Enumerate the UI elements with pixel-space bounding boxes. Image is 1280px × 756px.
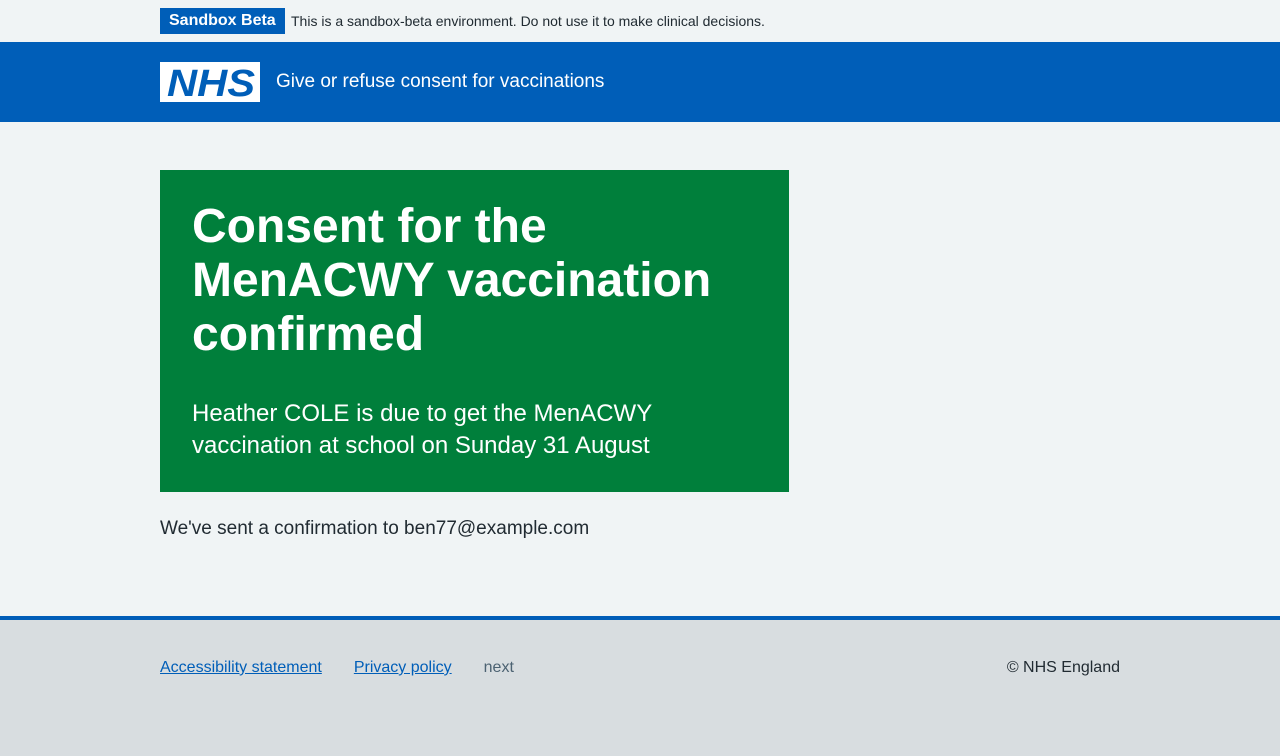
environment-banner: Sandbox Beta This is a sandbox-beta envi… (0, 0, 1280, 42)
footer: Accessibility statement Privacy policy n… (0, 616, 1280, 756)
nhs-logo[interactable]: NHS (160, 62, 260, 102)
privacy-policy-link[interactable]: Privacy policy (354, 656, 452, 680)
environment-message: This is a sandbox-beta environment. Do n… (291, 13, 765, 29)
accessibility-statement-link[interactable]: Accessibility statement (160, 656, 322, 680)
nhs-logo-icon: NHS (160, 62, 260, 102)
confirmation-panel: Consent for the MenACWY vaccination conf… (160, 170, 789, 492)
panel-title: Consent for the MenACWY vaccination conf… (192, 200, 712, 361)
service-name[interactable]: Give or refuse consent for vaccinations (276, 70, 604, 94)
footer-links: Accessibility statement Privacy policy n… (160, 656, 514, 680)
version-label: next (483, 659, 514, 676)
confirmation-email-text: We've sent a confirmation to ben77@examp… (160, 518, 590, 539)
sandbox-badge: Sandbox Beta (160, 8, 285, 34)
header: NHS Give or refuse consent for vaccinati… (0, 42, 1280, 122)
nhs-logo-text: NHS (167, 63, 255, 102)
page: Sandbox Beta This is a sandbox-beta envi… (0, 0, 1280, 756)
panel-body: Heather COLE is due to get the MenACWY v… (192, 400, 652, 459)
copyright: © NHS England (1006, 659, 1120, 676)
